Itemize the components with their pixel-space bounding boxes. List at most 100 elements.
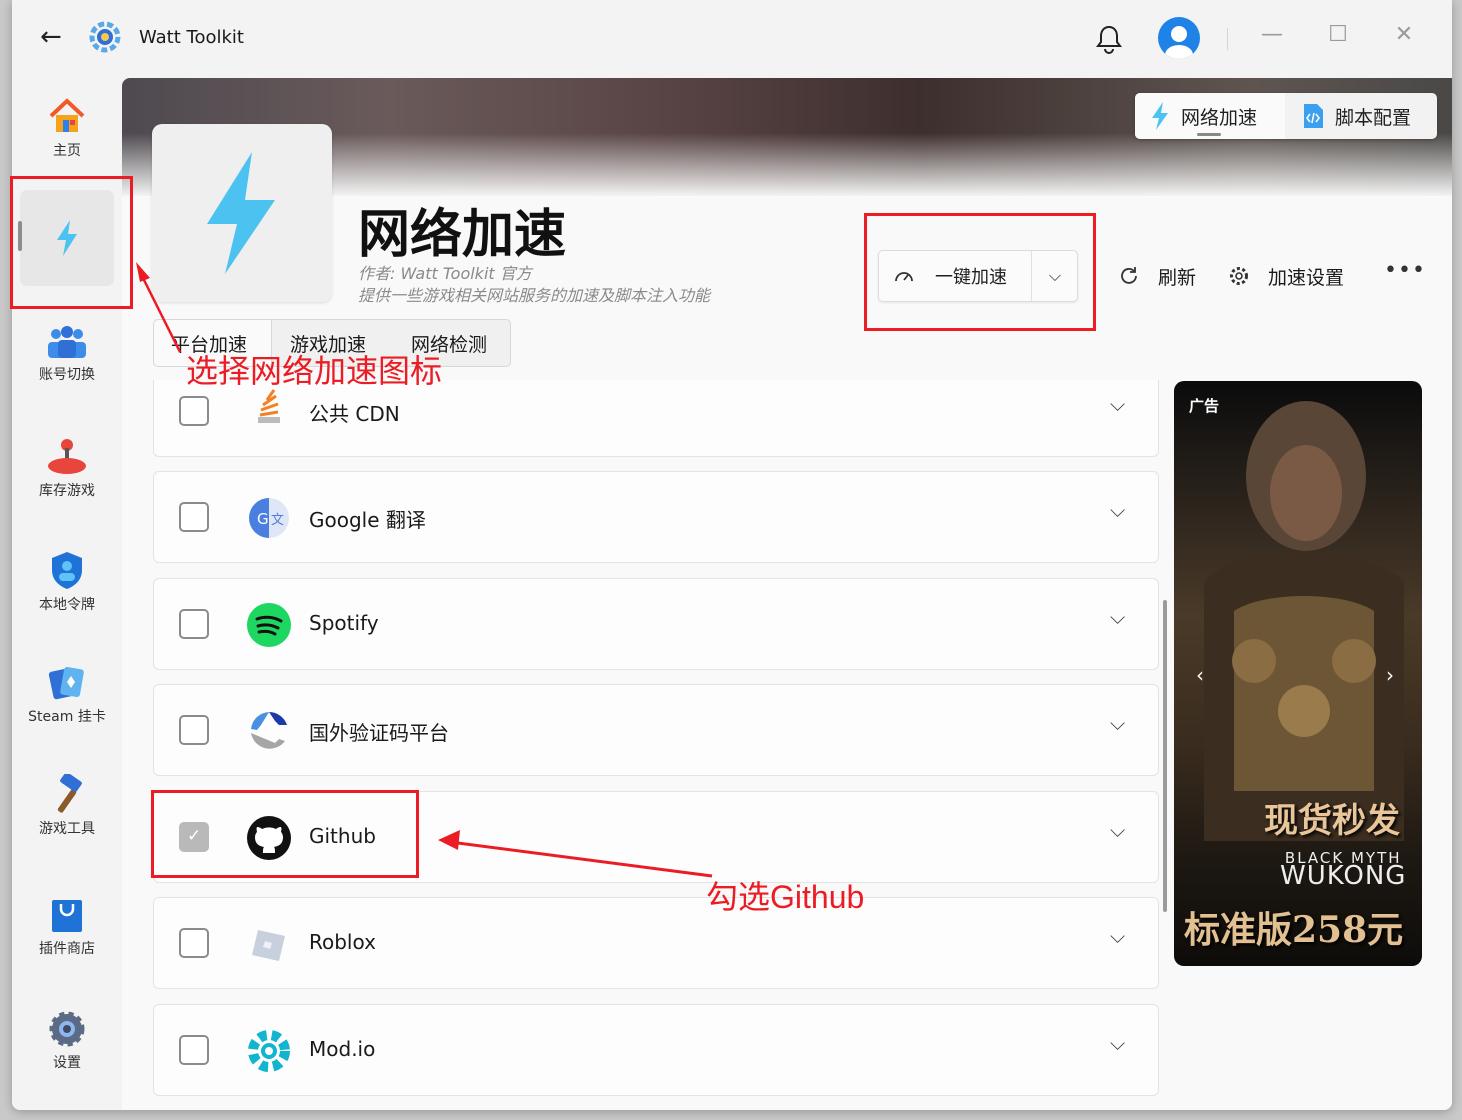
svg-text:G: G <box>257 510 269 528</box>
joystick-icon <box>48 439 86 474</box>
list-item: 国外验证码平台 ⌵ <box>153 684 1159 776</box>
refresh-button[interactable]: 刷新 <box>1118 260 1196 292</box>
item-checkbox[interactable] <box>179 928 209 958</box>
sidebar-item-local-token[interactable]: 本地令牌 <box>12 550 122 614</box>
ad-label: 广告 <box>1189 397 1220 415</box>
close-button[interactable]: ✕ <box>1384 22 1424 47</box>
item-checkbox[interactable] <box>179 715 209 745</box>
item-checkbox[interactable] <box>179 822 209 852</box>
shopping-bag-icon <box>52 900 82 932</box>
annotation-check-github: 勾选Github <box>706 879 865 915</box>
sidebar-item-steam-idle[interactable]: Steam 挂卡 <box>12 662 122 726</box>
chevron-down-icon[interactable]: ⌵ <box>1110 818 1125 842</box>
script-file-icon <box>1304 104 1323 128</box>
google-translate-icon: G 文 <box>249 498 289 538</box>
titlebar-separator <box>1227 28 1228 50</box>
sidebar-item-game-tools[interactable]: 游戏工具 <box>12 774 122 838</box>
advertisement-banner[interactable]: 广告 ‹ › 现货秒发 BLACK MYTH WUKONG 标准版258元 <box>1174 381 1422 966</box>
lightning-icon <box>1152 102 1168 130</box>
chevron-down-icon[interactable]: ⌵ <box>1110 924 1125 948</box>
sidebar-item-account-switch[interactable]: 账号切换 <box>12 324 122 384</box>
plugin-description: 提供一些游戏相关网站服务的加速及脚本注入功能 <box>358 286 711 305</box>
svg-text:文: 文 <box>271 513 284 528</box>
ad-game-title: BLACK MYTH WUKONG <box>1280 849 1407 891</box>
item-checkbox[interactable] <box>179 1035 209 1065</box>
list-item: Mod.io ⌵ <box>153 1004 1159 1096</box>
lightning-icon <box>57 220 77 256</box>
item-name: Google 翻译 <box>309 508 426 532</box>
refresh-icon <box>1121 267 1137 284</box>
item-name: Roblox <box>309 930 376 954</box>
accelerate-settings-button[interactable]: 加速设置 <box>1228 260 1344 292</box>
title-bar: ← Watt Toolkit — ☐ ✕ <box>12 0 1452 78</box>
ad-promo-top: 现货秒发 <box>1264 801 1400 841</box>
tab-active-indicator <box>1197 133 1221 136</box>
app-window: ← Watt Toolkit — ☐ ✕ 主页 账号切换 库存游戏 本地令牌 S… <box>12 0 1452 1110</box>
item-name: Mod.io <box>309 1037 376 1061</box>
sidebar-item-network-accelerate[interactable] <box>12 218 122 262</box>
sidebar-item-game-library[interactable]: 库存游戏 <box>12 438 122 500</box>
chevron-down-icon[interactable]: ⌵ <box>1110 711 1125 735</box>
user-avatar[interactable] <box>1158 17 1200 59</box>
cards-icon <box>48 666 84 700</box>
maximize-button[interactable]: ☐ <box>1318 22 1358 47</box>
notification-bell-icon[interactable] <box>1094 23 1124 55</box>
chevron-down-icon[interactable]: ⌵ <box>1110 498 1125 522</box>
ad-next-arrow-icon[interactable]: › <box>1386 663 1394 687</box>
github-icon <box>247 816 291 860</box>
sidebar-item-label: Steam 挂卡 <box>28 709 106 725</box>
sidebar-item-label: 设置 <box>53 1055 81 1071</box>
ad-game-line2: WUKONG <box>1280 861 1407 891</box>
speedometer-icon <box>895 272 913 282</box>
sidebar-item-label: 主页 <box>53 143 81 159</box>
app-title: Watt Toolkit <box>139 27 244 48</box>
minimize-button[interactable]: — <box>1252 22 1292 47</box>
chevron-down-icon[interactable]: ⌵ <box>1110 605 1125 629</box>
sidebar-item-label: 插件商店 <box>39 941 95 957</box>
item-checkbox[interactable] <box>179 609 209 639</box>
item-checkbox[interactable] <box>179 502 209 532</box>
main-content: 网络加速 脚本配置 网络加速 作者: Watt Toolkit 官方 提供一些游… <box>122 78 1452 1110</box>
sidebar-item-plugin-store[interactable]: 插件商店 <box>12 896 122 958</box>
annotation-select-icon: 选择网络加速图标 <box>186 353 443 389</box>
chevron-down-icon[interactable]: ⌵ <box>1110 1031 1125 1055</box>
list-scrollbar[interactable] <box>1163 600 1167 912</box>
tab-label: 网络加速 <box>1181 106 1258 129</box>
tab-label: 脚本配置 <box>1335 106 1412 129</box>
spotify-icon <box>247 603 291 647</box>
one-click-accelerate-button[interactable]: 一键加速 <box>879 251 1032 301</box>
sidebar-item-home[interactable]: 主页 <box>12 96 122 160</box>
stack-icon <box>258 389 280 423</box>
sidebar-item-label: 游戏工具 <box>39 821 95 837</box>
list-item: Github ⌵ <box>153 791 1159 883</box>
sidebar-item-settings[interactable]: 设置 <box>12 1010 122 1072</box>
users-icon <box>48 326 86 358</box>
list-item: Spotify ⌵ <box>153 578 1159 670</box>
accelerate-list: 公共 CDN ⌵ G 文 Google 翻译 ⌵ Spotify ⌵ 国外验证码… <box>153 380 1159 1110</box>
chevron-down-icon[interactable]: ⌵ <box>1110 392 1125 416</box>
roblox-icon <box>252 930 285 961</box>
item-name: Github <box>309 824 376 848</box>
ad-prev-arrow-icon[interactable]: ‹ <box>1196 663 1204 687</box>
hammer-icon <box>57 774 82 813</box>
gear-icon <box>49 1011 85 1047</box>
item-name: Spotify <box>309 611 379 635</box>
back-arrow-icon[interactable]: ← <box>40 22 62 52</box>
gear-icon <box>1230 267 1248 285</box>
settings-label: 加速设置 <box>1268 266 1345 289</box>
sidebar-item-label: 本地令牌 <box>39 597 95 613</box>
list-item: Roblox ⌵ <box>153 897 1159 989</box>
more-options-button[interactable]: ••• <box>1384 258 1426 283</box>
app-logo-icon <box>89 21 121 53</box>
lightning-icon <box>207 152 275 274</box>
tab-network-accelerate[interactable]: 网络加速 <box>1135 93 1285 139</box>
modio-icon <box>248 1030 290 1072</box>
accelerate-dropdown-chevron-icon[interactable]: ⌵ <box>1032 251 1078 301</box>
item-checkbox[interactable] <box>179 396 209 426</box>
plugin-icon-tile <box>152 124 332 302</box>
home-icon <box>49 98 85 132</box>
tab-script-config[interactable]: 脚本配置 <box>1285 93 1437 139</box>
shield-icon <box>52 552 82 589</box>
header-segment-switch: 网络加速 脚本配置 <box>1135 93 1437 139</box>
list-item: G 文 Google 翻译 ⌵ <box>153 471 1159 563</box>
